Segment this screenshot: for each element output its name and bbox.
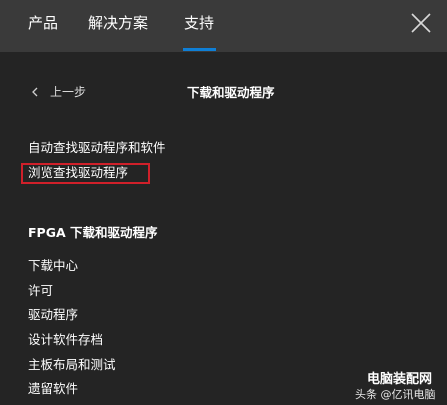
list-item-board-layout[interactable]: 主板布局和测试 <box>28 356 116 374</box>
close-icon[interactable] <box>410 12 432 34</box>
watermark-line1: 电脑装配网 <box>367 372 433 387</box>
list-item-license[interactable]: 许可 <box>28 282 53 300</box>
section-title: FPGA 下载和驱动程序 <box>28 225 158 240</box>
active-tab-indicator <box>183 48 216 51</box>
sub-header: 上一步 下载和驱动程序 <box>0 82 447 102</box>
list-item-design-archive[interactable]: 设计软件存档 <box>28 331 103 349</box>
link-auto-find-drivers[interactable]: 自动查找驱动程序和软件 <box>28 139 166 157</box>
highlight-annotation-box <box>21 163 150 184</box>
list-item-legacy-software[interactable]: 遗留软件 <box>28 380 78 398</box>
watermark: 电脑装配网 头条 @亿讯电脑 <box>355 368 445 402</box>
nav-tab-support[interactable]: 支持 <box>184 12 214 34</box>
top-nav-bar: 产品 解决方案 支持 <box>0 0 447 52</box>
list-item-drivers[interactable]: 驱动程序 <box>28 306 78 324</box>
watermark-line2: 头条 @亿讯电脑 <box>355 388 436 401</box>
nav-tab-products[interactable]: 产品 <box>28 12 58 34</box>
nav-tab-solutions[interactable]: 解决方案 <box>88 12 148 34</box>
back-button[interactable]: 上一步 <box>50 83 86 100</box>
page-title: 下载和驱动程序 <box>187 85 275 100</box>
chevron-left-icon[interactable] <box>30 85 40 99</box>
list-item-download-center[interactable]: 下载中心 <box>28 257 78 275</box>
